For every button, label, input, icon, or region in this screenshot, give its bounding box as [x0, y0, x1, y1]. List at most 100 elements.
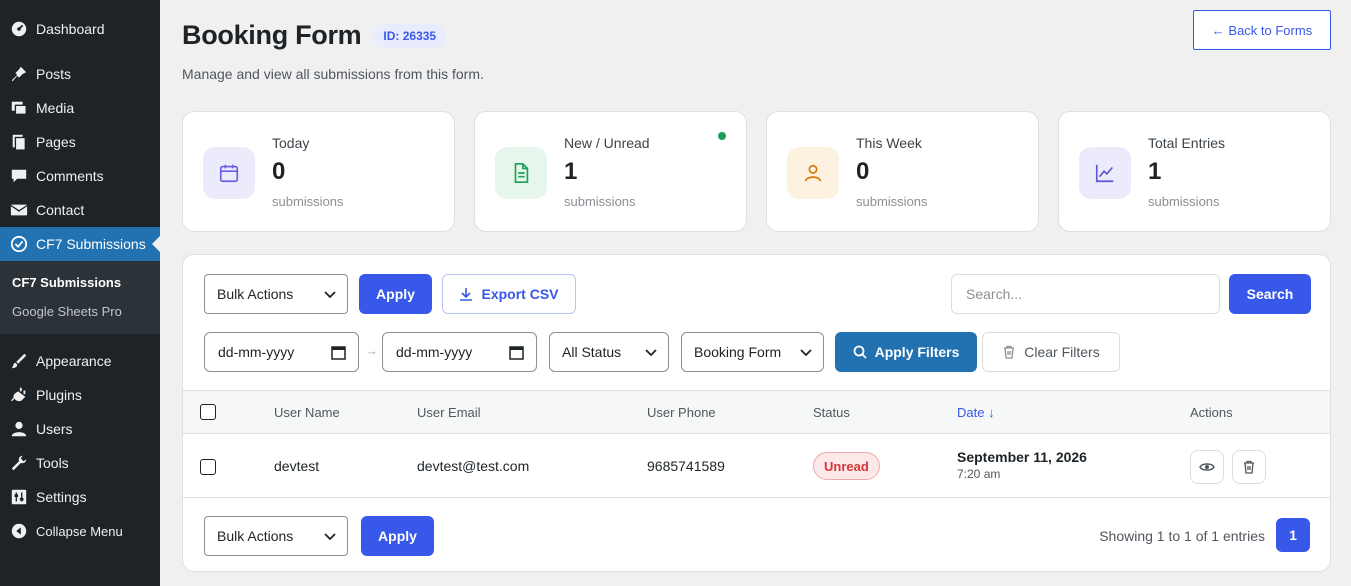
clear-filters-label: Clear Filters [1024, 344, 1100, 360]
user-icon [787, 147, 839, 199]
form-filter-select[interactable]: Booking Form [681, 332, 824, 372]
download-icon [460, 288, 473, 301]
submenu-item-cf7-submissions[interactable]: CF7 Submissions [0, 268, 160, 297]
chevron-down-icon [645, 349, 657, 357]
pagination-page-1[interactable]: 1 [1276, 518, 1310, 552]
page-title: Booking Form [182, 20, 362, 50]
cell-date: September 11, 2026 [957, 449, 1087, 465]
collapse-icon [9, 521, 29, 541]
chart-icon [1079, 147, 1131, 199]
sidebar-item-contact[interactable]: Contact [0, 193, 160, 227]
sidebar-item-posts[interactable]: Posts [0, 57, 160, 91]
export-csv-button[interactable]: Export CSV [442, 274, 576, 314]
sidebar-item-settings[interactable]: Settings [0, 480, 160, 514]
search-input[interactable]: Search... [951, 274, 1220, 314]
stat-unit: submissions [856, 194, 928, 209]
bulk-actions-select[interactable]: Bulk Actions [204, 274, 348, 314]
sidebar-item-label: Posts [36, 66, 72, 82]
column-header-date[interactable]: Date ↓ [957, 405, 995, 420]
sidebar-collapse-menu[interactable]: Collapse Menu [0, 514, 160, 548]
sidebar-item-label: Contact [36, 202, 85, 218]
select-value: All Status [562, 344, 622, 360]
stat-card-total-entries: Total Entries 1 submissions [1058, 111, 1331, 232]
submenu-item-google-sheets-pro[interactable]: Google Sheets Pro [0, 297, 160, 326]
sidebar-item-tools[interactable]: Tools [0, 446, 160, 480]
stat-value: 1 [564, 158, 578, 185]
arrow-right-icon: → [365, 343, 378, 358]
apply-filters-label: Apply Filters [874, 344, 960, 360]
cell-user-email: devtest@test.com [417, 458, 530, 474]
stat-label: This Week [856, 135, 922, 151]
stat-label: Today [272, 135, 310, 151]
online-dot-icon [718, 132, 726, 140]
select-all-checkbox[interactable] [200, 404, 216, 420]
stat-card-new-unread: New / Unread 1 submissions [474, 111, 747, 232]
sidebar-item-dashboard[interactable]: Dashboard [0, 12, 160, 46]
clear-filters-button[interactable]: Clear Filters [982, 332, 1120, 372]
table-row: devtest devtest@test.com 9685741589 Unre… [183, 434, 1330, 498]
date-from-input[interactable]: dd-mm-yyyy [204, 332, 359, 372]
calendar-icon [203, 147, 255, 199]
mail-icon [9, 200, 29, 220]
plug-icon [9, 385, 29, 405]
pages-icon [9, 132, 29, 152]
sidebar-item-media[interactable]: Media [0, 91, 160, 125]
apply-filters-button[interactable]: Apply Filters [835, 332, 977, 372]
column-header-status[interactable]: Status [813, 405, 850, 420]
submissions-icon [9, 234, 29, 254]
back-to-forms-button[interactable]: ← Back to Forms [1193, 10, 1331, 50]
search-button[interactable]: Search [1229, 274, 1311, 314]
cell-user-phone: 9685741589 [647, 458, 725, 474]
form-id-badge: ID: 26335 [373, 23, 447, 48]
sidebar-item-users[interactable]: Users [0, 412, 160, 446]
sidebar-item-plugins[interactable]: Plugins [0, 378, 160, 412]
stat-label: Total Entries [1148, 135, 1226, 151]
admin-sidebar: Dashboard Posts Media Pages Comments Con… [0, 0, 160, 586]
settings-icon [9, 487, 29, 507]
sidebar-item-pages[interactable]: Pages [0, 125, 160, 159]
stat-unit: submissions [1148, 194, 1220, 209]
column-header-user-phone[interactable]: User Phone [647, 405, 716, 420]
wrench-icon [9, 453, 29, 473]
sidebar-item-label: Pages [36, 134, 76, 150]
date-to-value: dd-mm-yyyy [396, 344, 473, 360]
cell-user-name: devtest [274, 458, 320, 474]
date-to-input[interactable]: dd-mm-yyyy [382, 332, 537, 372]
brush-icon [9, 351, 29, 371]
sidebar-item-appearance[interactable]: Appearance [0, 344, 160, 378]
title-row: Booking Form ID: 26335 [182, 20, 447, 51]
row-checkbox[interactable] [200, 459, 216, 475]
sidebar-item-label: Tools [36, 455, 69, 471]
status-badge: Unread [813, 452, 880, 480]
stat-card-today: Today 0 submissions [182, 111, 455, 232]
pin-icon [9, 64, 29, 84]
select-value: Booking Form [694, 344, 782, 360]
stat-unit: submissions [272, 194, 344, 209]
select-value: Bulk Actions [217, 528, 294, 544]
apply-button[interactable]: Apply [359, 274, 432, 314]
sidebar-item-cf7-submissions[interactable]: CF7 Submissions [0, 227, 160, 261]
sidebar-item-label: Appearance [36, 353, 112, 369]
column-header-user-email[interactable]: User Email [417, 405, 481, 420]
column-header-user-name[interactable]: User Name [274, 405, 340, 420]
sidebar-item-label: Media [36, 100, 75, 116]
delete-button[interactable] [1232, 450, 1266, 484]
sidebar-item-label: Collapse Menu [36, 523, 123, 539]
sidebar-item-label: Settings [36, 489, 87, 505]
stats-row: Today 0 submissions New / Unread 1 submi… [182, 111, 1331, 232]
chevron-down-icon [324, 291, 336, 299]
bulk-actions-select-bottom[interactable]: Bulk Actions [204, 516, 348, 556]
sidebar-submenu: CF7 Submissions Google Sheets Pro [0, 261, 160, 334]
table-header: User Name User Email User Phone Status D… [183, 390, 1330, 434]
column-header-actions: Actions [1190, 405, 1233, 420]
view-button[interactable] [1190, 450, 1224, 484]
stat-card-this-week: This Week 0 submissions [766, 111, 1039, 232]
calendar-icon [331, 346, 346, 360]
sidebar-item-comments[interactable]: Comments [0, 159, 160, 193]
eye-icon [1199, 463, 1215, 471]
dashboard-icon [9, 19, 29, 39]
apply-button-bottom[interactable]: Apply [361, 516, 434, 556]
status-filter-select[interactable]: All Status [549, 332, 669, 372]
chevron-down-icon [800, 349, 812, 357]
document-icon [495, 147, 547, 199]
